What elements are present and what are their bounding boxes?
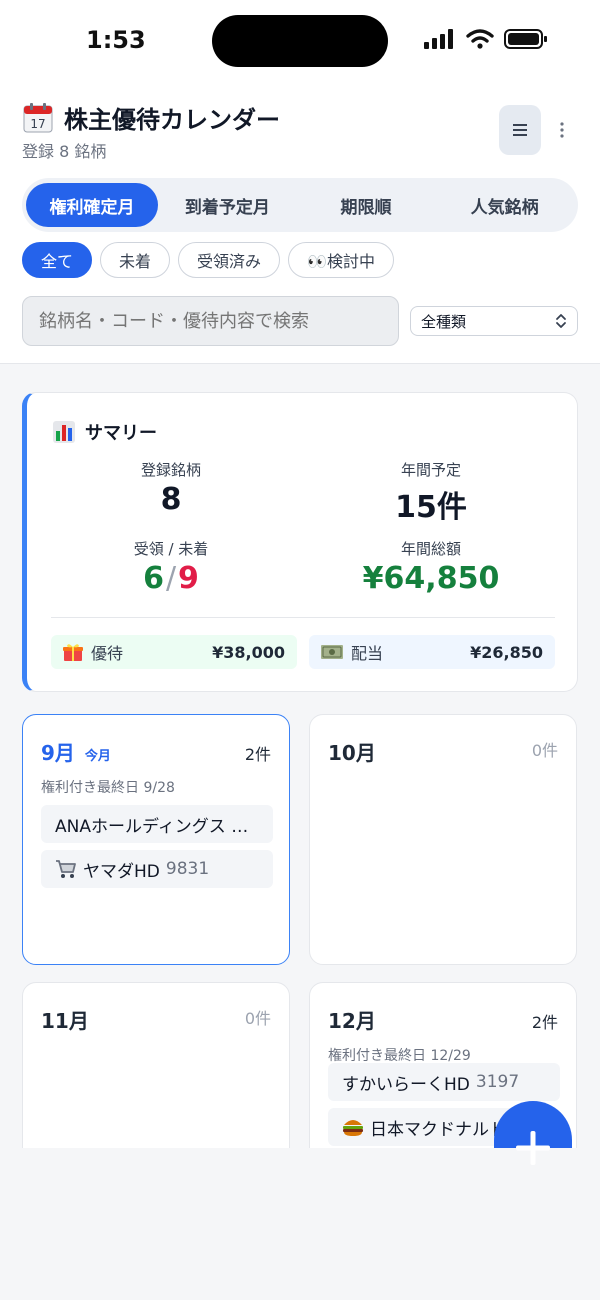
stock-code: 9831 (165, 859, 210, 879)
gift-icon (63, 644, 83, 661)
tab-deadline-order[interactable]: 期限順 (297, 183, 436, 227)
status-bar: 1:53 (0, 0, 600, 82)
month-name: 10月 (328, 737, 376, 766)
more-vertical-icon (560, 122, 564, 138)
signal-icon (424, 29, 453, 49)
summary-title-row: サマリー (53, 419, 157, 445)
view-tabs: 権利確定月 到着予定月 期限順 人気銘柄 (22, 178, 578, 232)
summary-title: サマリー (85, 423, 157, 444)
bar-chart-icon (53, 421, 75, 443)
stat-registered-value: 8 (160, 482, 182, 517)
record-deadline: 権利付き最終日 9/28 (41, 780, 175, 796)
stat-annual-plan-label: 年間予定 (400, 461, 461, 479)
stock-name: ヤマダHD (83, 861, 160, 882)
chip-not-arrived[interactable]: 未着 (100, 242, 171, 278)
dividend-total: 配当 ¥26,850 (309, 635, 555, 669)
month-name: 9月 今月 (41, 737, 111, 766)
tab-arrival-month[interactable]: 到着予定月 (158, 183, 297, 227)
chevron-up-down-icon (556, 314, 566, 328)
svg-text:17: 17 (30, 117, 45, 131)
month-count: 2件 (531, 1013, 558, 1032)
money-icon (321, 645, 343, 659)
hamburger-menu-icon (513, 124, 527, 136)
month-card-november[interactable]: 11月 0件 (22, 982, 290, 1162)
battery-icon (504, 29, 547, 49)
month-card-september[interactable]: 9月 今月 2件 権利付き最終日 9/28 ANAホールディングス … ヤマダH… (22, 714, 290, 965)
stock-name: すかいらーくHD (342, 1074, 470, 1095)
chip-considering[interactable]: 👀検討中 (288, 242, 394, 278)
status-time: 1:53 (86, 26, 146, 54)
stat-annual-plan: 年間予定 15件 (311, 459, 551, 526)
stock-name: 日本マクドナルド (370, 1119, 506, 1140)
month-count: 0件 (244, 1009, 271, 1028)
type-select[interactable]: 全種類 (410, 306, 578, 336)
page-title: 株主優待カレンダー (64, 106, 280, 134)
benefit-label: 優待 (91, 644, 124, 663)
summary-divider (51, 617, 555, 618)
stat-annual-plan-value: 15件 (395, 490, 467, 525)
not-arrived-count: 9 (178, 561, 199, 596)
stat-registered-label: 登録銘柄 (140, 461, 201, 479)
status-icons (424, 28, 548, 50)
month-label: 11月 (41, 1009, 89, 1033)
tab-popular-stocks[interactable]: 人気銘柄 (435, 183, 574, 227)
month-label: 10月 (328, 741, 376, 765)
month-label: 12月 (328, 1009, 376, 1033)
bottom-area (0, 1148, 600, 1300)
dividend-label: 配当 (351, 644, 384, 663)
month-label: 9月 (41, 741, 75, 765)
received-separator: / (165, 561, 177, 596)
app-header: 17 株主優待カレンダー 登録 8 銘柄 権利確定月 到着予定月 期限順 人気銘… (0, 82, 600, 364)
stat-annual-total: 年間総額 ¥64,850 (311, 538, 551, 596)
current-month-badge: 今月 (84, 749, 111, 764)
benefit-total: 優待 ¥38,000 (51, 635, 297, 669)
shopping-cart-icon (56, 860, 76, 878)
stat-received: 受領 / 未着 6/9 (51, 538, 291, 596)
month-card-october[interactable]: 10月 0件 (309, 714, 577, 965)
dynamic-island (212, 15, 388, 67)
stat-received-label: 受領 / 未着 (133, 540, 209, 558)
stock-item-yamada[interactable]: ヤマダHD 9831 (41, 850, 273, 888)
month-count: 2件 (244, 745, 271, 764)
dividend-label-wrap: 配当 (321, 640, 383, 664)
chip-all[interactable]: 全て (22, 242, 93, 278)
dividend-amount: ¥26,850 (470, 642, 543, 662)
stat-annual-total-label: 年間総額 (400, 540, 461, 558)
chip-received[interactable]: 受領済み (178, 242, 281, 278)
registered-count: 登録 8 銘柄 (22, 142, 107, 161)
title-row: 17 株主優待カレンダー (22, 100, 280, 135)
month-name: 12月 (328, 1005, 376, 1034)
menu-button[interactable] (499, 105, 541, 155)
wifi-icon (466, 29, 494, 49)
benefit-amount: ¥38,000 (212, 642, 285, 662)
summary-card: サマリー 登録銘柄 8 年間予定 15件 受領 / 未着 6/9 年間総額 ¥6… (22, 392, 578, 692)
type-select-value: 全種類 (421, 312, 467, 331)
received-count: 6 (143, 561, 164, 596)
stat-registered: 登録銘柄 8 (51, 459, 291, 517)
record-deadline: 権利付き最終日 12/29 (328, 1048, 471, 1064)
plus-icon (516, 1131, 550, 1165)
stock-name: ANAホールディングス … (55, 816, 249, 837)
search-input[interactable] (22, 296, 399, 346)
more-options-button[interactable] (552, 118, 572, 142)
stock-item-skylark[interactable]: すかいらーくHD 3197 (328, 1063, 560, 1101)
stat-annual-total-value: ¥64,850 (362, 561, 500, 596)
tab-record-month[interactable]: 権利確定月 (26, 183, 158, 227)
benefit-label-wrap: 優待 (63, 640, 123, 664)
month-name: 11月 (41, 1005, 89, 1034)
hamburger-food-icon (343, 1120, 363, 1136)
status-filter-chips: 全て 未着 受領済み 👀検討中 (22, 242, 394, 278)
stock-item-ana[interactable]: ANAホールディングス … (41, 805, 273, 843)
calendar-icon: 17 (23, 102, 53, 132)
stock-code: 3197 (475, 1072, 520, 1092)
month-count: 0件 (531, 741, 558, 760)
stat-received-value: 6/9 (51, 561, 291, 596)
